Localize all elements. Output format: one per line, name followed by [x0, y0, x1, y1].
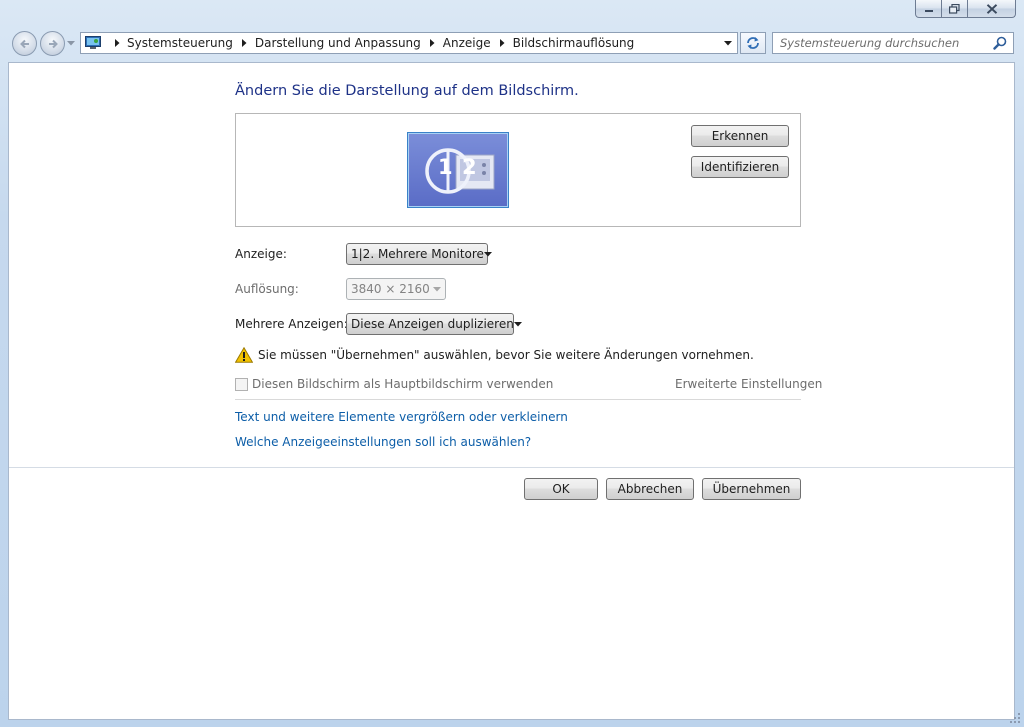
search-input[interactable]	[773, 33, 991, 53]
identify-button[interactable]: Identifizieren	[691, 156, 789, 178]
forward-button[interactable]	[40, 31, 65, 56]
chevron-down-icon	[513, 314, 522, 334]
multi-display-select-value: Diese Anzeigen duplizieren	[351, 317, 514, 331]
display-label: Anzeige:	[235, 247, 287, 261]
refresh-button[interactable]	[740, 32, 766, 54]
breadcrumb-separator-icon[interactable]	[427, 37, 439, 49]
monitor-label-1: 1	[438, 155, 453, 179]
text-size-link[interactable]: Text und weitere Elemente vergrößern ode…	[235, 410, 568, 424]
display-select-value: 1|2. Mehrere Monitore	[351, 247, 484, 261]
address-dropdown-button[interactable]	[721, 35, 735, 51]
multi-display-select[interactable]: Diese Anzeigen duplizieren	[346, 313, 522, 335]
address-bar[interactable]: Systemsteuerung Darstellung und Anpassun…	[80, 32, 738, 54]
warning-icon	[235, 347, 253, 363]
search-icon[interactable]	[991, 34, 1009, 52]
content-pane: Ändern Sie die Darstellung auf dem Bilds…	[8, 62, 1015, 720]
breadcrumb-anzeige[interactable]: Anzeige	[443, 36, 491, 50]
primary-display-option[interactable]: Diesen Bildschirm als Hauptbildschirm ve…	[235, 377, 553, 391]
breadcrumb-separator-icon[interactable]	[497, 37, 509, 49]
breadcrumb-bildschirmaufloesung[interactable]: Bildschirmauflösung	[513, 36, 635, 50]
chevron-down-icon	[430, 279, 445, 299]
breadcrumb-darstellung[interactable]: Darstellung und Anpassung	[255, 36, 421, 50]
recent-pages-button[interactable]	[66, 38, 76, 48]
resize-grip-icon[interactable]	[1009, 712, 1021, 724]
apply-button[interactable]: Übernehmen	[702, 478, 801, 500]
footer-divider	[9, 467, 1014, 468]
back-button[interactable]	[12, 31, 37, 56]
primary-display-checkbox[interactable]	[235, 377, 248, 391]
resolution-select[interactable]: 3840 × 2160	[346, 278, 446, 300]
primary-display-checkbox-label: Diesen Bildschirm als Hauptbildschirm ve…	[252, 377, 554, 391]
back-arrow-icon	[19, 39, 29, 48]
monitor-label-2: 2	[462, 155, 477, 179]
warning-message: Sie müssen "Übernehmen" auswählen, bevor…	[235, 347, 754, 363]
forward-arrow-icon	[48, 39, 58, 48]
breadcrumb-systemsteuerung[interactable]: Systemsteuerung	[127, 36, 233, 50]
maximize-button[interactable]	[942, 0, 968, 18]
which-settings-link[interactable]: Welche Anzeigeeinstellungen soll ich aus…	[235, 435, 531, 449]
cancel-button[interactable]: Abbrechen	[606, 478, 694, 500]
ok-button[interactable]: OK	[524, 478, 598, 500]
advanced-settings-link[interactable]: Erweiterte Einstellungen	[675, 377, 822, 391]
control-panel-icon	[85, 36, 101, 49]
resolution-select-value: 3840 × 2160	[351, 282, 430, 296]
display-select[interactable]: 1|2. Mehrere Monitore	[346, 243, 492, 265]
minimize-icon	[924, 9, 933, 12]
chevron-down-icon	[483, 244, 492, 264]
close-icon	[986, 3, 997, 14]
restore-icon	[949, 3, 960, 14]
chevron-down-icon	[67, 40, 75, 45]
warning-text: Sie müssen "Übernehmen" auswählen, bevor…	[258, 348, 754, 362]
detect-button[interactable]: Erkennen	[691, 125, 789, 147]
monitor-arrangement-panel: 1 2 Erkennen Identifizieren	[235, 113, 801, 227]
page-title: Ändern Sie die Darstellung auf dem Bilds…	[235, 83, 579, 99]
breadcrumb-separator-icon[interactable]	[239, 37, 251, 49]
search-box[interactable]	[772, 32, 1014, 54]
breadcrumb-separator-icon[interactable]	[111, 37, 123, 49]
multi-display-label: Mehrere Anzeigen:	[235, 317, 348, 331]
caption-buttons	[915, 0, 1016, 18]
chevron-down-icon	[724, 40, 732, 45]
minimize-button[interactable]	[915, 0, 942, 18]
window-frame: Systemsteuerung Darstellung und Anpassun…	[0, 0, 1024, 727]
close-button[interactable]	[968, 0, 1016, 18]
section-divider	[235, 399, 801, 400]
monitor-preview[interactable]: 1 2	[407, 132, 509, 208]
resolution-label: Auflösung:	[235, 282, 299, 296]
refresh-icon	[747, 37, 759, 49]
